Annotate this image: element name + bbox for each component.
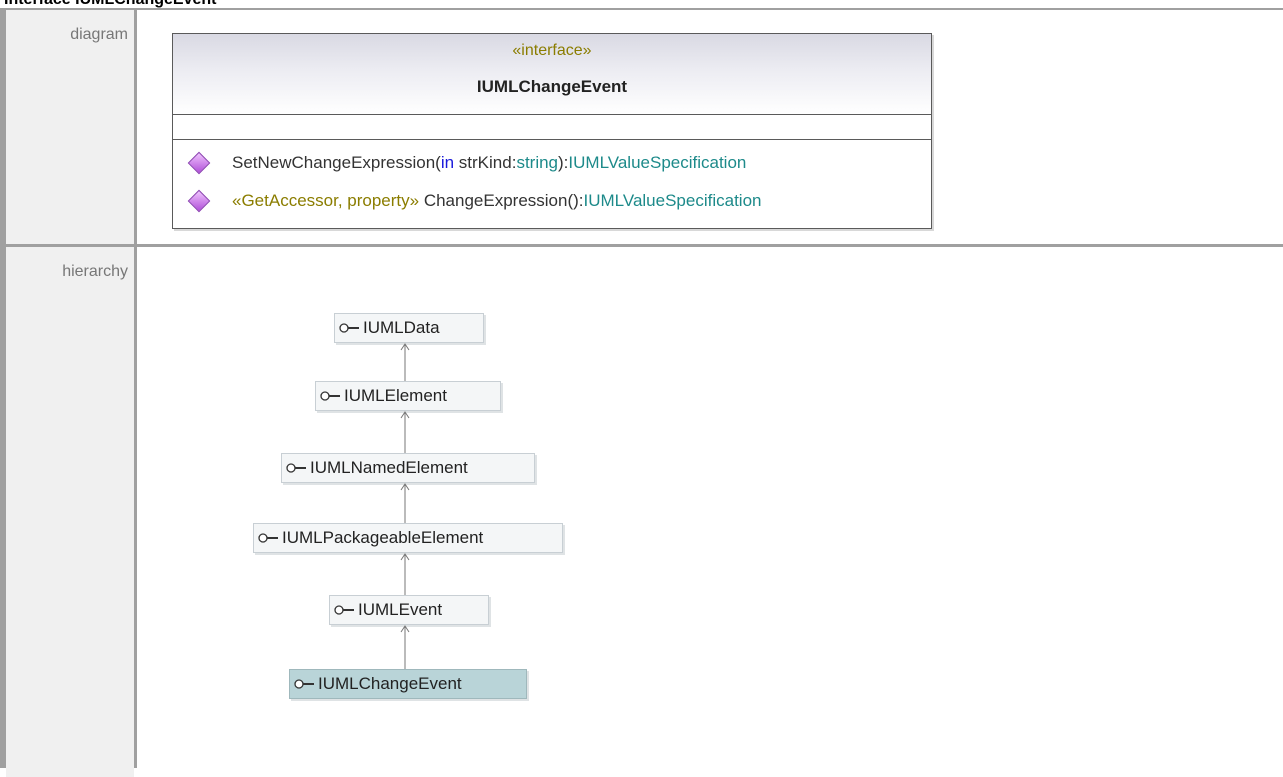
operation-stereotype: «GetAccessor, property» <box>232 191 420 210</box>
hierarchy-node-iumlnamedelement[interactable]: IUMLNamedElement <box>281 453 535 483</box>
param-type: string <box>516 153 559 172</box>
param-name: strKind: <box>454 153 517 172</box>
param-direction: in <box>440 153 455 172</box>
uml-class-header: «interface» IUMLChangeEvent <box>173 34 931 115</box>
return-type: IUMLValueSpecification <box>568 153 747 172</box>
hierarchy-node-iumldata[interactable]: IUMLData <box>334 313 484 343</box>
hierarchy-node-iumlpackageableelement[interactable]: IUMLPackageableElement <box>253 523 563 553</box>
hierarchy-node-label: IUMLNamedElement <box>310 458 468 477</box>
interface-lollipop-icon <box>339 323 359 333</box>
public-operation-diamond-icon <box>187 151 211 175</box>
interface-lollipop-icon <box>320 391 340 401</box>
generalization-arrow-icon <box>400 625 410 669</box>
hierarchy-node-label: IUMLPackageableElement <box>282 528 484 547</box>
hierarchy-label-cell: hierarchy <box>6 247 134 777</box>
attributes-compartment <box>173 115 931 140</box>
hierarchy-row: hierarchy <box>6 247 1283 777</box>
generalization-arrow-icon <box>400 411 410 453</box>
operation-signature: «GetAccessor, property» ChangeExpression… <box>232 191 761 211</box>
hierarchy-node-label: IUMLElement <box>344 386 447 405</box>
generalization-arrow-icon <box>400 553 410 595</box>
hierarchy-node-iumlelement[interactable]: IUMLElement <box>315 381 501 411</box>
signature-close: ): <box>558 153 569 172</box>
class-stereotype: «interface» <box>512 42 592 59</box>
operation-name: SetNewChangeExpression( <box>232 153 441 172</box>
interface-lollipop-icon <box>258 533 278 543</box>
return-type: IUMLValueSpecification <box>583 191 762 210</box>
interface-lollipop-icon <box>294 679 314 689</box>
diagram-label: diagram <box>70 26 128 43</box>
diagram-label-cell: diagram <box>6 10 134 244</box>
hierarchy-node-label: IUMLEvent <box>358 600 443 619</box>
interface-lollipop-icon <box>334 605 354 615</box>
class-name: IUMLChangeEvent <box>476 77 628 96</box>
public-operation-diamond-icon <box>187 189 211 213</box>
hierarchy-label: hierarchy <box>62 263 128 280</box>
generalization-arrow-icon <box>400 483 410 523</box>
hierarchy-node-label: IUMLData <box>363 318 440 337</box>
operation-signature: SetNewChangeExpression(in strKind:string… <box>232 153 746 173</box>
generalization-arrow-icon <box>400 343 410 381</box>
hierarchy-node-label: IUMLChangeEvent <box>318 674 462 693</box>
interface-lollipop-icon <box>286 463 306 473</box>
operation-name: ChangeExpression(): <box>419 191 584 210</box>
hierarchy-node-iumlchangeevent-current[interactable]: IUMLChangeEvent <box>289 669 527 699</box>
uml-class-box[interactable]: «interface» IUMLChangeEvent SetNewChange… <box>172 33 932 229</box>
hierarchy-node-iumlevent[interactable]: IUMLEvent <box>329 595 489 625</box>
